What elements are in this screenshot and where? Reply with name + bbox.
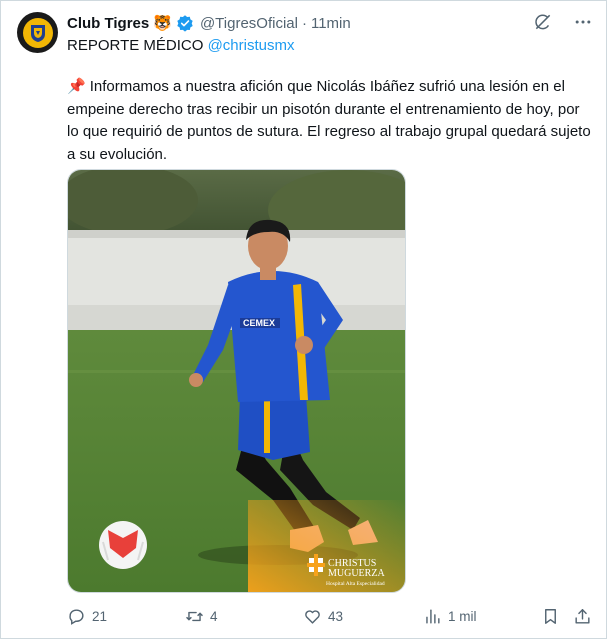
- tweet-header: Club Tigres 🐯 @TigresOficial · 11min: [67, 12, 587, 34]
- watermark-brand2: MUGUERZA: [328, 568, 385, 579]
- like-count: 43: [328, 608, 344, 624]
- header-actions: [533, 12, 593, 32]
- share-button[interactable]: [573, 604, 592, 628]
- views-button[interactable]: 1 mil: [423, 604, 477, 628]
- like-icon: [305, 609, 320, 624]
- pin-emoji: 📌: [67, 78, 86, 95]
- tweet-subtitle: REPORTE MÉDICO @christusmx: [67, 37, 294, 54]
- reply-button[interactable]: 21: [67, 604, 107, 628]
- tigres-crest-icon: [22, 17, 53, 48]
- mention-link[interactable]: @christusmx: [208, 37, 295, 54]
- author-handle[interactable]: @TigresOficial: [200, 15, 298, 32]
- tweet-actions: 21 4 43 1 mil: [67, 604, 592, 628]
- shirt-sponsor: CEMEX: [243, 318, 275, 328]
- more-icon[interactable]: [573, 12, 593, 32]
- author-name[interactable]: Club Tigres: [67, 15, 149, 32]
- reply-icon: [69, 608, 84, 625]
- tweet-text: 📌 Informamos a nuestra afición que Nicolá…: [67, 76, 591, 166]
- repost-count: 4: [210, 608, 218, 624]
- watermark-sub: Hospital Alta Especialidad: [326, 581, 385, 587]
- bookmark-icon: [545, 608, 556, 624]
- repost-icon: [186, 611, 203, 621]
- grok-icon[interactable]: [533, 12, 553, 32]
- separator-dot: ·: [301, 14, 307, 32]
- author-emoji: 🐯: [153, 15, 172, 32]
- tweet-photo[interactable]: CEMEX CHRISTUS MUGUERZA Hospital Alta Es…: [67, 169, 406, 593]
- photo-scene: CEMEX CHRISTUS MUGUERZA Hospital Alta Es…: [68, 170, 405, 592]
- subtitle-text: REPORTE MÉDICO: [67, 37, 204, 54]
- reply-count: 21: [92, 608, 108, 624]
- repost-button[interactable]: 4: [185, 604, 218, 628]
- views-icon: [426, 608, 440, 624]
- share-icon: [575, 608, 590, 624]
- like-button[interactable]: 43: [303, 604, 343, 628]
- verified-badge-icon[interactable]: [176, 14, 194, 32]
- tweet-body: Informamos a nuestra afición que Nicolás…: [67, 78, 591, 163]
- tweet-timestamp[interactable]: 11min: [311, 15, 351, 32]
- avatar[interactable]: [17, 12, 58, 53]
- views-count: 1 mil: [448, 608, 477, 624]
- bookmark-button[interactable]: [541, 604, 560, 628]
